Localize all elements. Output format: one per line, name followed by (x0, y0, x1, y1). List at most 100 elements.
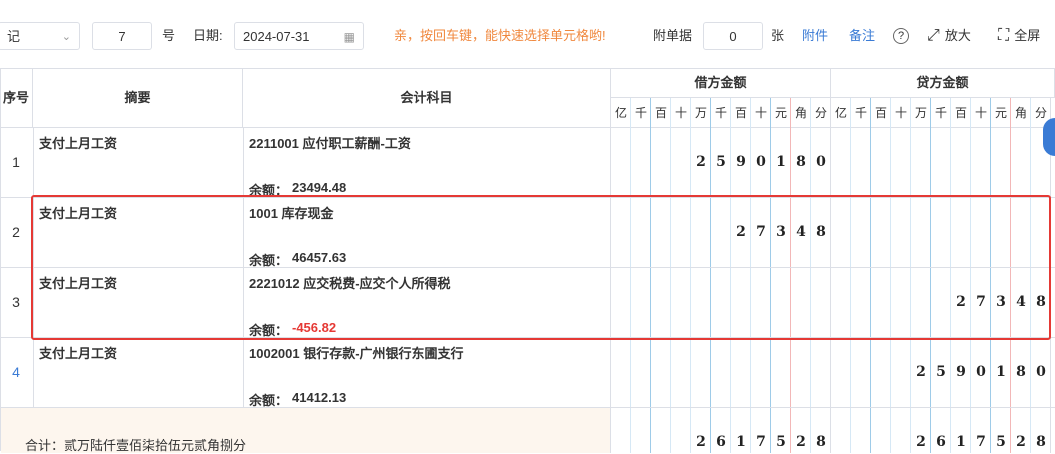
voucher-type-value: 记 (7, 29, 21, 44)
unit-label: 千 (711, 98, 731, 128)
unit-gridline (850, 98, 851, 453)
unit-label: 百 (871, 98, 891, 128)
unit-gridline (710, 98, 711, 453)
row-summary[interactable]: 支付上月工资 (39, 203, 117, 222)
date-picker[interactable]: 2024-07-31 ▦ (234, 22, 364, 50)
amount-digit: 2 (796, 434, 806, 450)
amount-digit: 8 (1036, 294, 1046, 310)
expand-icon: ⤢ (927, 27, 940, 44)
row-account[interactable]: 2211001 应付职工薪酬-工资 (249, 133, 411, 152)
unit-gridline (630, 98, 631, 453)
amount-digit: 2 (736, 224, 746, 240)
row-divider (0, 197, 1055, 198)
unit-label: 百 (731, 98, 751, 128)
row-summary[interactable]: 支付上月工资 (39, 343, 117, 362)
amount-digit: 5 (776, 434, 786, 450)
row-account[interactable]: 1001 库存现金 (249, 203, 334, 222)
unit-gridline (730, 98, 731, 453)
unit-label: 元 (771, 98, 791, 128)
seq-divider (33, 268, 34, 338)
header-seq: 序号 (0, 68, 33, 128)
balance-value: -456.82 (292, 320, 337, 335)
balance-value: 46457.63 (292, 250, 347, 265)
voucher-number-suffix: 号 (162, 28, 176, 43)
header-account: 会计科目 (243, 68, 611, 128)
seq-divider (33, 198, 34, 268)
balance-label: 余额： (249, 323, 289, 338)
seq-divider (33, 338, 34, 408)
unit-label: 角 (791, 98, 811, 128)
balance-label: 余额： (249, 393, 289, 408)
amount-digit: 1 (736, 434, 746, 450)
amount-digit: 2 (696, 154, 706, 170)
unit-gridline (930, 98, 931, 453)
unit-label: 角 (1011, 98, 1031, 128)
amount-digit: 6 (936, 434, 946, 450)
unit-label: 十 (671, 98, 691, 128)
zoom-label: 放大 (944, 28, 971, 43)
header-credit: 贷方金额 (831, 68, 1055, 98)
row-seq: 2 (12, 224, 20, 240)
date-value: 2024-07-31 (243, 29, 310, 44)
fullscreen-icon: ⛶ (998, 27, 1010, 44)
amount-digit: 0 (756, 154, 766, 170)
unit-gridline (770, 98, 771, 453)
balance-label: 余额： (249, 183, 289, 198)
voucher-number-input[interactable]: 7 (92, 22, 152, 50)
unit-gridline (1030, 98, 1031, 453)
amount-digit: 8 (1016, 364, 1026, 380)
amount-digit: 8 (816, 434, 826, 450)
row-summary[interactable]: 支付上月工资 (39, 273, 117, 292)
attachment-link[interactable]: 附件 (802, 22, 828, 50)
unit-gridline (950, 98, 951, 453)
side-float-button[interactable] (1043, 118, 1055, 156)
row-account[interactable]: 1002001 银行存款-广州银行东圃支行 (249, 343, 464, 362)
unit-gridline (690, 98, 691, 453)
amount-digit: 5 (936, 364, 946, 380)
row-seq: 4 (12, 364, 20, 380)
unit-label: 千 (931, 98, 951, 128)
attachment-label: 附单据 (653, 28, 693, 43)
unit-label: 元 (991, 98, 1011, 128)
unit-gridline (910, 98, 911, 453)
unit-gridline (890, 98, 891, 453)
unit-label: 百 (951, 98, 971, 128)
row-summary[interactable]: 支付上月工资 (39, 133, 117, 152)
row-divider (0, 337, 1055, 338)
calendar-icon: ▦ (343, 30, 355, 44)
amount-digit: 7 (756, 224, 766, 240)
unit-gridline (650, 98, 651, 453)
amount-digit: 3 (776, 224, 786, 240)
unit-label: 十 (971, 98, 991, 128)
balance-label: 余额： (249, 253, 289, 268)
chevron-down-icon: ⌄ (61, 31, 71, 43)
summary-divider (243, 338, 244, 408)
fullscreen-button[interactable]: ⛶ 全屏 (998, 22, 1040, 50)
row-seq: 3 (12, 294, 20, 310)
zoom-button[interactable]: ⤢ 放大 (927, 22, 971, 50)
amount-digit: 5 (996, 434, 1006, 450)
unit-gridline (790, 98, 791, 453)
amount-digit: 3 (996, 294, 1006, 310)
amount-digit: 4 (796, 224, 806, 240)
unit-gridline (750, 98, 751, 453)
fullscreen-label: 全屏 (1014, 28, 1041, 43)
amount-digit: 1 (996, 364, 1006, 380)
amount-digit: 0 (816, 154, 826, 170)
attachment-count-input[interactable]: 0 (703, 22, 763, 50)
note-link[interactable]: 备注 (849, 22, 875, 50)
unit-label: 十 (751, 98, 771, 128)
unit-label: 分 (811, 98, 831, 128)
total-label: 合计：贰万陆仟壹佰柒拾伍元贰角捌分 (25, 438, 247, 453)
unit-label: 十 (891, 98, 911, 128)
amount-digit: 7 (976, 294, 986, 310)
help-icon[interactable]: ? (893, 28, 909, 44)
balance-value: 41412.13 (292, 390, 347, 405)
voucher-type-select[interactable]: 记 ⌄ (0, 22, 80, 50)
credit-start-line (830, 68, 831, 453)
unit-gridline (870, 98, 871, 453)
row-account[interactable]: 2221012 应交税费-应交个人所得税 (249, 273, 451, 292)
amount-digit: 6 (716, 434, 726, 450)
row-seq: 1 (12, 154, 20, 170)
amount-digit: 0 (976, 364, 986, 380)
